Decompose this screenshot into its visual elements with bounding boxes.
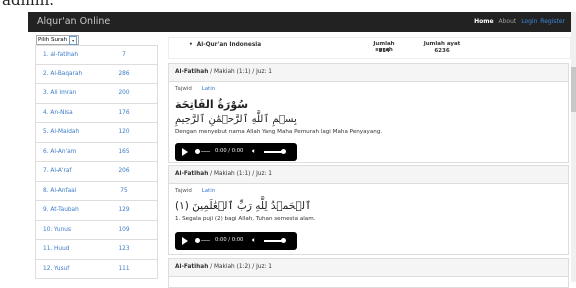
surah-list-item[interactable]: 6. Al-An'am 165 [35,142,158,162]
volume-icon[interactable]: 🔈︎ [252,147,256,156]
jumlah-surah-value: 114 [378,48,390,54]
surah-ayat-count: 75 [120,187,128,194]
nav-about-link[interactable]: About [499,18,517,25]
ayat-panel-header: Al-Fatihah / Makiah (1:1) / Juz: 1 [169,64,568,82]
tab-latin[interactable]: Latin [202,86,216,92]
seek-handle[interactable] [195,149,200,154]
sidebar: Pilih Surah ▾ 1. al-fatihah 7 2. Al-Baqara… [31,34,159,282]
surah-list-item[interactable]: 9. At-Taubah 129 [35,201,158,221]
surah-arabic-title: سُوْرَةُ الفَاتِحَة [175,98,249,111]
surah-list-item[interactable]: 1. al-fatihah 7 [35,45,158,65]
surah-ayat-count: 109 [118,226,130,233]
surah-name: 5. Al-Maidah [43,129,80,135]
audio-time: 0:00 / 0:00 [215,237,244,243]
surah-list-item[interactable]: 8. Al-Anfaal 75 [35,181,158,201]
surah-name: 10. Yunus [43,226,71,233]
scrollbar-thumb[interactable] [571,67,576,112]
ayat-arabic-text: بِسۡمِ ٱللَّهِ ٱلرَّحۡمَٰنِ ٱلرَّحِيمِ [175,114,297,125]
volume-icon[interactable]: 🔈︎ [252,236,256,245]
surah-name: 6. Al-An'am [43,148,77,155]
jumlah-ayat-label: Jumlah ayat [423,41,461,47]
surah-list-item[interactable]: 11. Huud 123 [35,240,158,260]
surah-list-item[interactable]: 12. Yusuf 111 [35,259,158,279]
surah-ayat-count: 111 [118,265,130,272]
surah-name: 9. At-Taubah [43,207,79,213]
ayat-panel: Al-Fatihah / Makiah (1:1) / Juz: 1 Tajwi… [168,165,569,255]
surah-ayat-count: 129 [118,207,130,213]
surah-ayat-count: 7 [122,52,126,58]
ayat-translation: Dengan menyebut nama Allah Yang Maha Pem… [175,129,383,135]
audio-player[interactable]: 0:00 / 0:00 🔈︎ [175,232,297,250]
seek-handle[interactable] [195,238,200,243]
surah-list-item[interactable]: 5. Al-Maidah 120 [35,123,158,143]
nav-links: Home About Login Register [471,18,565,25]
ayat-content: Al-Fatihah / Makiah (1:1) / Juz: 1 Tajwi… [168,63,569,288]
surah-ayat-count: 286 [118,70,130,77]
surah-name: 2. Al-Baqarah [43,70,83,77]
audio-time: 0:00 / 0:00 [215,148,244,154]
nav-home-link[interactable]: Home [474,18,493,25]
page-top-text: admin. [0,0,576,12]
play-icon[interactable] [182,148,188,156]
surah-name: 8. Al-Anfaal [43,187,77,194]
surah-list: 1. al-fatihah 7 2. Al-Baqarah 286 3. Ali I… [35,45,158,279]
tab-tajwid[interactable]: Tajwid [175,188,192,194]
surah-ayat-count: 206 [118,168,130,174]
surah-list-item[interactable]: 2. Al-Baqarah 286 [35,64,158,84]
ayat-translation: 1. Segala puji (2) bagi Allah, Tuhan sem… [175,216,316,222]
info-title: • Al-Qur'an Indonesia [189,42,262,48]
surah-ayat-count: 176 [118,109,130,116]
surah-name: 1. al-fatihah [43,52,79,58]
ayat-arabic-text: ٱلۡحَمۡدُ لِلَّهِ رَبِّ ٱلۡعَٰلَمِينَ (١… [175,200,312,212]
surah-ayat-count: 165 [118,148,130,155]
ayat-panel: Al-Fatihah / Makiah (1:2) / Juz: 1 [168,258,569,288]
surah-ayat-count: 120 [118,129,130,135]
seek-track[interactable] [201,151,210,152]
surah-list-item[interactable]: 3. Ali Imran 200 [35,84,158,104]
surah-list-item[interactable]: 4. An-Nisa 176 [35,103,158,123]
play-icon[interactable] [182,237,188,245]
ayat-panel-header: Al-Fatihah / Makiah (1:2) / Juz: 1 [169,259,568,277]
seek-track[interactable] [201,240,210,241]
volume-handle[interactable] [281,238,286,243]
surah-ayat-count: 200 [118,90,130,96]
chevron-down-icon: ▾ [69,36,78,45]
surah-name: 4. An-Nisa [43,109,73,116]
tab-latin[interactable]: Latin [202,188,216,194]
page-scrollbar[interactable] [571,12,576,282]
volume-handle[interactable] [281,149,286,154]
surah-name: 7. Al-A'raf [43,168,72,174]
brand-link[interactable]: Alqur'an Online [37,16,110,27]
navbar: Alqur'an Online Home About Login Registe… [28,12,571,32]
surah-name: 11. Huud [43,246,70,252]
surah-list-item[interactable]: 10. Yunus 109 [35,220,158,240]
tab-tajwid[interactable]: Tajwid [175,86,192,92]
nav-login-link[interactable]: Login [521,18,537,25]
ayat-panel: Al-Fatihah / Makiah (1:1) / Juz: 1 Tajwi… [168,63,569,163]
surah-select[interactable]: Pilih Surah ▾ [36,35,80,45]
surah-name: 3. Ali Imran [43,90,77,96]
audio-player[interactable]: 0:00 / 0:00 🔈︎ [175,143,297,161]
ayat-tabs: Tajwid Latin [175,188,223,194]
surah-list-item[interactable]: 7. Al-A'raf 206 [35,162,158,182]
jumlah-ayat-value: 6236 [434,48,450,54]
surah-name: 12. Yusuf [43,265,70,272]
ayat-tabs: Tajwid Latin [175,86,223,92]
nav-register-link[interactable]: Register [540,18,565,25]
surah-ayat-count: 123 [118,246,130,252]
ayat-panel-header: Al-Fatihah / Makiah (1:1) / Juz: 1 [169,166,568,184]
quran-info-box: • Al-Qur'an Indonesia Jumlah surah 114 J… [168,37,571,59]
